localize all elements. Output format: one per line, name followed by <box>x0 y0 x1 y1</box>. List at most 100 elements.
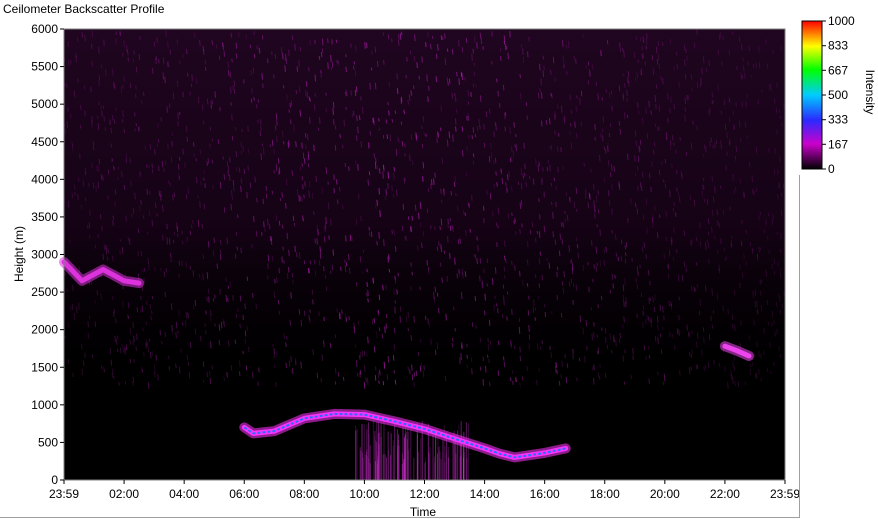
noise-streak <box>97 233 99 239</box>
noise-streak <box>637 59 639 63</box>
noise-streak <box>593 364 595 370</box>
noise-streak <box>541 274 543 281</box>
noise-streak <box>780 46 783 51</box>
noise-streak <box>536 230 539 235</box>
noise-streak <box>419 365 422 372</box>
noise-streak <box>459 357 461 365</box>
noise-streak <box>600 295 603 301</box>
noise-streak <box>251 244 253 249</box>
noise-streak <box>657 324 659 331</box>
noise-streak <box>664 183 667 189</box>
noise-streak <box>619 332 622 339</box>
noise-streak <box>436 292 439 297</box>
noise-streak <box>753 353 756 358</box>
x-tick-label: 23:59 <box>770 487 800 501</box>
noise-streak <box>741 74 744 80</box>
noise-streak <box>451 342 454 348</box>
noise-streak <box>253 97 255 101</box>
noise-streak <box>385 323 388 329</box>
noise-streak <box>399 316 402 323</box>
noise-streak <box>170 252 172 259</box>
noise-streak <box>122 84 124 89</box>
noise-streak <box>468 134 470 139</box>
noise-streak <box>464 271 467 277</box>
noise-streak <box>756 372 758 379</box>
noise-streak <box>195 177 198 184</box>
noise-streak <box>408 94 411 101</box>
noise-streak <box>690 240 692 246</box>
noise-streak <box>367 179 370 186</box>
noise-streak <box>361 107 364 114</box>
noise-streak <box>378 187 380 195</box>
noise-streak <box>775 107 778 114</box>
noise-streak <box>436 137 438 144</box>
noise-streak <box>738 120 741 128</box>
noise-streak <box>382 134 385 139</box>
noise-streak <box>678 329 680 336</box>
noise-streak <box>185 194 188 200</box>
noise-streak <box>552 231 554 238</box>
noise-streak <box>488 359 490 364</box>
noise-streak <box>640 70 642 76</box>
noise-streak <box>237 307 239 313</box>
noise-streak <box>564 354 566 359</box>
noise-streak <box>401 225 404 232</box>
noise-streak <box>123 184 126 191</box>
noise-streak <box>156 143 159 147</box>
noise-streak <box>345 316 347 322</box>
colorbar <box>801 20 823 170</box>
noise-streak <box>90 87 92 92</box>
noise-streak <box>344 313 347 318</box>
noise-streak <box>426 259 428 266</box>
noise-streak <box>781 304 784 309</box>
noise-streak <box>146 189 149 195</box>
noise-streak <box>482 205 485 211</box>
noise-streak <box>439 127 442 132</box>
noise-streak <box>579 97 581 105</box>
noise-streak <box>752 188 754 195</box>
noise-streak <box>763 350 765 356</box>
noise-streak <box>542 55 545 60</box>
noise-streak <box>486 189 488 196</box>
noise-streak <box>446 77 449 83</box>
noise-streak <box>264 228 266 233</box>
noise-streak <box>121 247 124 254</box>
noise-streak <box>549 164 551 172</box>
noise-streak <box>434 349 437 356</box>
noise-streak <box>313 144 315 151</box>
noise-streak <box>146 231 149 235</box>
noise-streak <box>235 231 238 236</box>
noise-streak <box>584 355 586 363</box>
noise-streak <box>159 267 162 272</box>
y-tick-label: 4000 <box>31 172 58 186</box>
noise-streak <box>389 134 392 142</box>
noise-streak <box>248 346 250 353</box>
noise-streak <box>238 167 241 173</box>
noise-streak <box>479 275 481 282</box>
noise-streak <box>258 367 260 373</box>
noise-streak <box>584 193 587 199</box>
noise-streak <box>575 237 578 242</box>
y-tick-label: 3000 <box>31 248 58 262</box>
noise-streak <box>442 36 444 40</box>
noise-streak <box>184 320 187 328</box>
noise-streak <box>690 353 692 358</box>
noise-streak <box>138 126 141 131</box>
noise-streak <box>440 188 442 194</box>
noise-streak <box>103 368 106 373</box>
noise-streak <box>611 105 613 112</box>
noise-streak <box>71 144 74 152</box>
y-tick-label: 5000 <box>31 97 58 111</box>
noise-streak <box>710 315 712 322</box>
noise-streak <box>696 332 699 339</box>
noise-streak <box>678 81 680 88</box>
noise-streak <box>552 57 555 64</box>
noise-streak <box>684 73 687 80</box>
noise-streak <box>91 30 94 37</box>
noise-streak <box>599 363 601 369</box>
noise-streak <box>591 240 593 246</box>
noise-streak <box>711 100 714 105</box>
noise-streak <box>260 125 262 132</box>
noise-streak <box>756 341 758 348</box>
noise-streak <box>439 226 441 231</box>
